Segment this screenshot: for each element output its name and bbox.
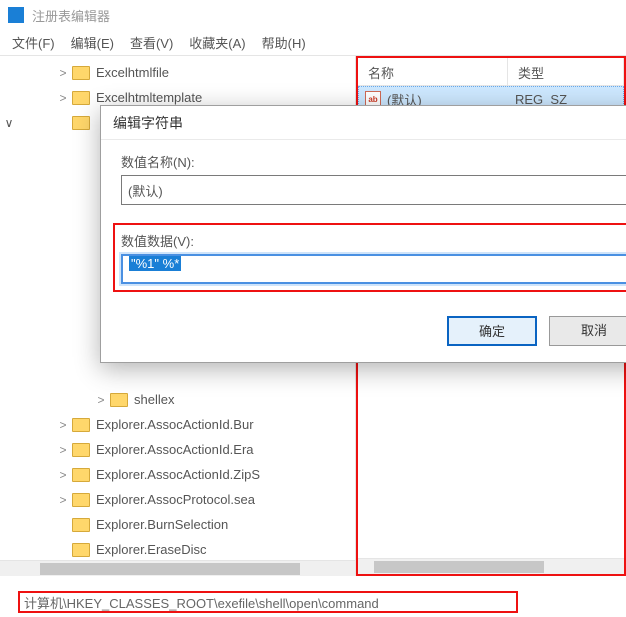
- expander-icon[interactable]: >: [56, 493, 70, 507]
- folder-icon: [72, 443, 90, 457]
- expander-icon[interactable]: >: [56, 418, 70, 432]
- selected-text: "%1" %*: [129, 256, 181, 271]
- expander-icon[interactable]: >: [56, 66, 70, 80]
- menu-favorites[interactable]: 收藏夹(A): [181, 33, 253, 52]
- col-header-type[interactable]: 类型: [508, 58, 624, 85]
- expander-icon[interactable]: >: [56, 443, 70, 457]
- folder-icon: [72, 468, 90, 482]
- tree-item[interactable]: Explorer.EraseDisc: [20, 537, 355, 562]
- folder-icon: [110, 393, 128, 407]
- cancel-button[interactable]: 取消: [549, 316, 626, 346]
- expander-icon[interactable]: >: [56, 468, 70, 482]
- tree-item[interactable]: > Explorer.AssocActionId.ZipS: [20, 462, 355, 487]
- tree-item[interactable]: > Explorer.AssocProtocol.sea: [20, 487, 355, 512]
- edit-string-dialog: 编辑字符串 数值名称(N): 数值数据(V): "%1" %* 确定 取消: [100, 105, 626, 363]
- value-data-input[interactable]: "%1" %*: [121, 254, 626, 284]
- tree-label: Excelhtmltemplate: [96, 90, 202, 105]
- expander-icon[interactable]: >: [94, 393, 108, 407]
- tree-label: Explorer.BurnSelection: [96, 517, 228, 532]
- tree-label: Excelhtmlfile: [96, 65, 169, 80]
- tree-item[interactable]: > Excelhtmlfile: [20, 60, 355, 85]
- menu-file[interactable]: 文件(F): [4, 33, 63, 52]
- expander-icon[interactable]: >: [56, 91, 70, 105]
- value-name-label: 数值名称(N):: [121, 152, 626, 171]
- value-data-label: 数值数据(V):: [121, 231, 626, 250]
- address-path: 计算机\HKEY_CLASSES_ROOT\exefile\shell\open…: [18, 591, 518, 613]
- tree-item[interactable]: > Explorer.AssocActionId.Bur: [20, 412, 355, 437]
- folder-icon: [72, 116, 90, 130]
- ok-button[interactable]: 确定: [447, 316, 537, 346]
- tree-item[interactable]: > Explorer.AssocActionId.Era: [20, 437, 355, 462]
- list-header: 名称 类型: [358, 58, 624, 86]
- folder-icon: [72, 91, 90, 105]
- tree-item[interactable]: > shellex: [20, 387, 355, 412]
- path-text: 计算机\HKEY_CLASSES_ROOT\exefile\shell\open…: [24, 593, 379, 612]
- value-name-input[interactable]: [121, 175, 626, 205]
- folder-icon: [72, 418, 90, 432]
- dialog-title: 编辑字符串: [101, 106, 626, 140]
- values-hscrollbar[interactable]: [358, 558, 624, 574]
- tree-hscrollbar[interactable]: [0, 560, 355, 576]
- tree-item[interactable]: Explorer.BurnSelection: [20, 512, 355, 537]
- folder-icon: [72, 66, 90, 80]
- menubar: 文件(F) 编辑(E) 查看(V) 收藏夹(A) 帮助(H): [0, 30, 626, 56]
- menu-view[interactable]: 查看(V): [122, 33, 181, 52]
- app-icon: [8, 7, 24, 23]
- tree-label: Explorer.AssocProtocol.sea: [96, 492, 255, 507]
- menu-edit[interactable]: 编辑(E): [63, 33, 122, 52]
- tree-label: Explorer.AssocActionId.ZipS: [96, 467, 260, 482]
- folder-icon: [72, 493, 90, 507]
- tree-label: Explorer.EraseDisc: [96, 542, 207, 557]
- folder-icon: [72, 518, 90, 532]
- tree-label: shellex: [134, 392, 174, 407]
- col-header-name[interactable]: 名称: [358, 58, 508, 85]
- window-title: 注册表编辑器: [32, 6, 110, 25]
- tree-label: Explorer.AssocActionId.Bur: [96, 417, 254, 432]
- menu-help[interactable]: 帮助(H): [254, 33, 314, 52]
- tree-label: Explorer.AssocActionId.Era: [96, 442, 254, 457]
- window-titlebar: 注册表编辑器: [0, 0, 626, 30]
- folder-icon: [72, 543, 90, 557]
